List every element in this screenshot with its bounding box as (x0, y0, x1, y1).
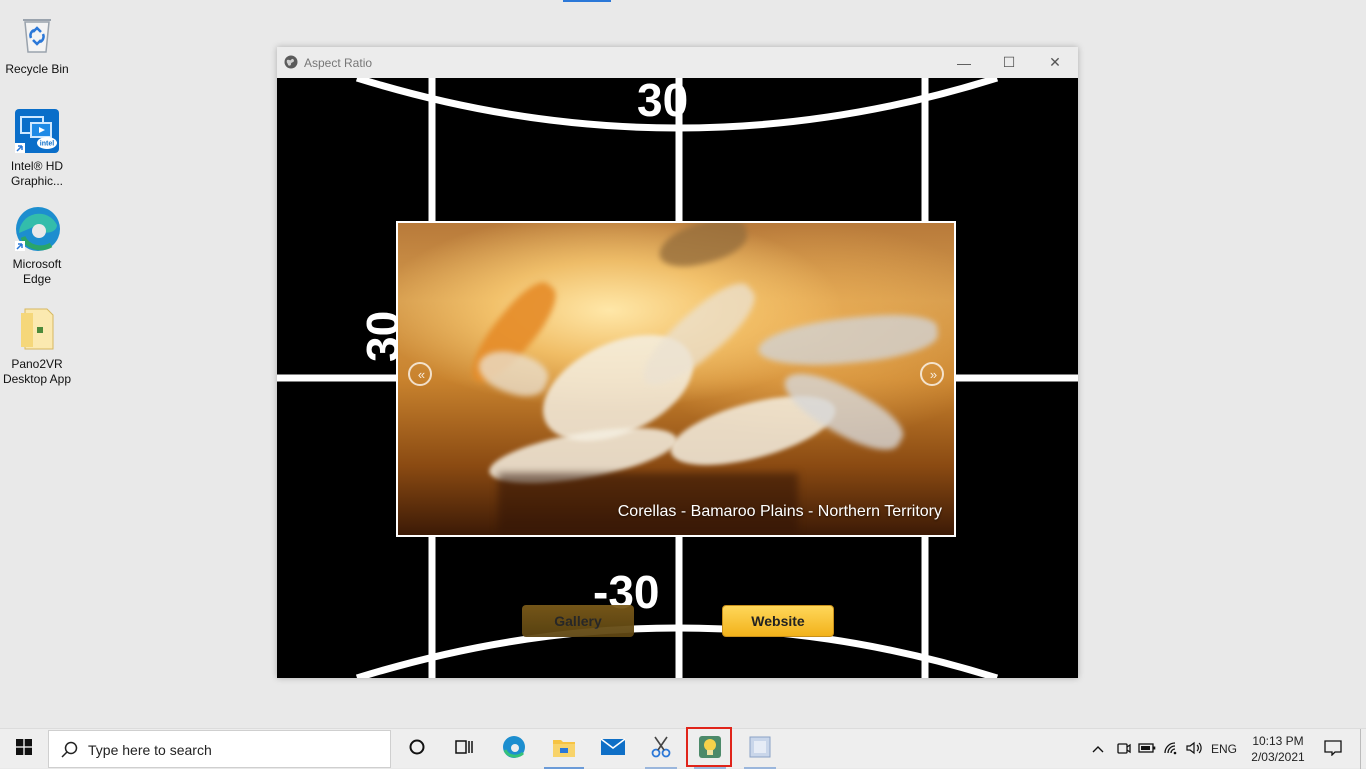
speaker-icon (1186, 741, 1204, 758)
edge-icon (13, 205, 61, 253)
intel-graphics-icon: intel (13, 107, 61, 155)
desktop-icon-label: Pano2VR Desktop App (2, 357, 72, 386)
gallery-button[interactable]: Gallery (522, 605, 634, 637)
minimize-button[interactable]: — (941, 47, 987, 78)
svg-text:intel: intel (40, 141, 54, 148)
taskbar-snipping-tool-button[interactable] (637, 729, 685, 769)
clock[interactable]: 10:13 PM 2/03/2021 (1240, 733, 1316, 765)
clock-time: 10:13 PM (1252, 734, 1304, 748)
edge-icon (502, 735, 526, 764)
meet-now-button[interactable] (1113, 729, 1133, 769)
window-title: Aspect Ratio (304, 56, 373, 70)
grid-label-top: 30 (637, 78, 688, 126)
file-explorer-icon (552, 736, 576, 763)
desktop-icon-label: Microsoft Edge (12, 257, 62, 286)
app-window: Aspect Ratio — ☐ ✕ 30 30 -30 « » Corella… (277, 47, 1078, 678)
battery-button[interactable] (1137, 729, 1157, 769)
desktop-icon-intel-graphics[interactable]: intel Intel® HD Graphic... (0, 107, 74, 189)
app-window-icon (749, 736, 771, 763)
desktop-icon-edge[interactable]: Microsoft Edge (0, 205, 74, 287)
image-caption: Corellas - Bamaroo Plains - Northern Ter… (617, 503, 942, 520)
taskbar-edge-button[interactable] (490, 729, 538, 769)
mail-icon (600, 737, 626, 761)
notifications-button[interactable] (1320, 729, 1346, 769)
title-bar[interactable]: Aspect Ratio — ☐ ✕ (277, 47, 1078, 78)
search-placeholder: Type here to search (88, 742, 212, 758)
scissors-icon (651, 736, 671, 763)
taskbar: Type here to search ENG 10:13 PM 2/03/20… (0, 728, 1366, 769)
search-icon (61, 741, 79, 759)
panorama-viewport[interactable]: 30 30 -30 « » Corellas - Bamaroo Plains … (277, 78, 1078, 678)
start-button[interactable] (0, 729, 48, 769)
show-desktop-button[interactable] (1360, 729, 1361, 769)
prev-arrow-button[interactable]: « (408, 362, 432, 386)
globe-icon (284, 55, 298, 69)
cortana-icon (408, 738, 426, 761)
folder-icon (13, 305, 61, 353)
wifi-icon (1163, 741, 1179, 758)
desktop-icon-label: Recycle Bin (5, 62, 69, 76)
language-indicator[interactable]: ENG (1208, 729, 1240, 769)
network-button[interactable] (1161, 729, 1181, 769)
bird-shape (654, 223, 752, 274)
taskbar-app-window-button[interactable] (736, 729, 784, 769)
clock-date: 2/03/2021 (1251, 750, 1305, 764)
camera-icon (1115, 741, 1131, 758)
next-arrow-button[interactable]: » (920, 362, 944, 386)
search-box[interactable]: Type here to search (48, 730, 391, 768)
highlight-box (686, 727, 732, 767)
maximize-button[interactable]: ☐ (986, 47, 1032, 78)
recycle-bin-icon (13, 10, 61, 58)
windows-logo-icon (16, 738, 32, 760)
task-view-button[interactable] (440, 729, 488, 769)
bird-shape (756, 310, 940, 371)
notification-icon (1324, 739, 1342, 759)
task-view-icon (454, 738, 474, 761)
close-button[interactable]: ✕ (1032, 47, 1078, 78)
show-hidden-icons-button[interactable] (1088, 729, 1108, 769)
chevron-up-icon (1092, 742, 1104, 756)
website-button[interactable]: Website (722, 605, 834, 637)
desktop-icon-label: Intel® HD Graphic... (10, 159, 64, 188)
taskbar-file-explorer-button[interactable] (540, 729, 588, 769)
cortana-button[interactable] (393, 729, 441, 769)
desktop-icon-pano2vr[interactable]: Pano2VR Desktop App (0, 305, 74, 387)
volume-button[interactable] (1185, 729, 1205, 769)
battery-icon (1138, 742, 1156, 756)
desktop-icon-recycle-bin[interactable]: Recycle Bin (0, 10, 74, 77)
top-indicator (563, 0, 611, 2)
taskbar-mail-button[interactable] (589, 729, 637, 769)
image-popup: « » Corellas - Bamaroo Plains - Northern… (396, 221, 956, 537)
